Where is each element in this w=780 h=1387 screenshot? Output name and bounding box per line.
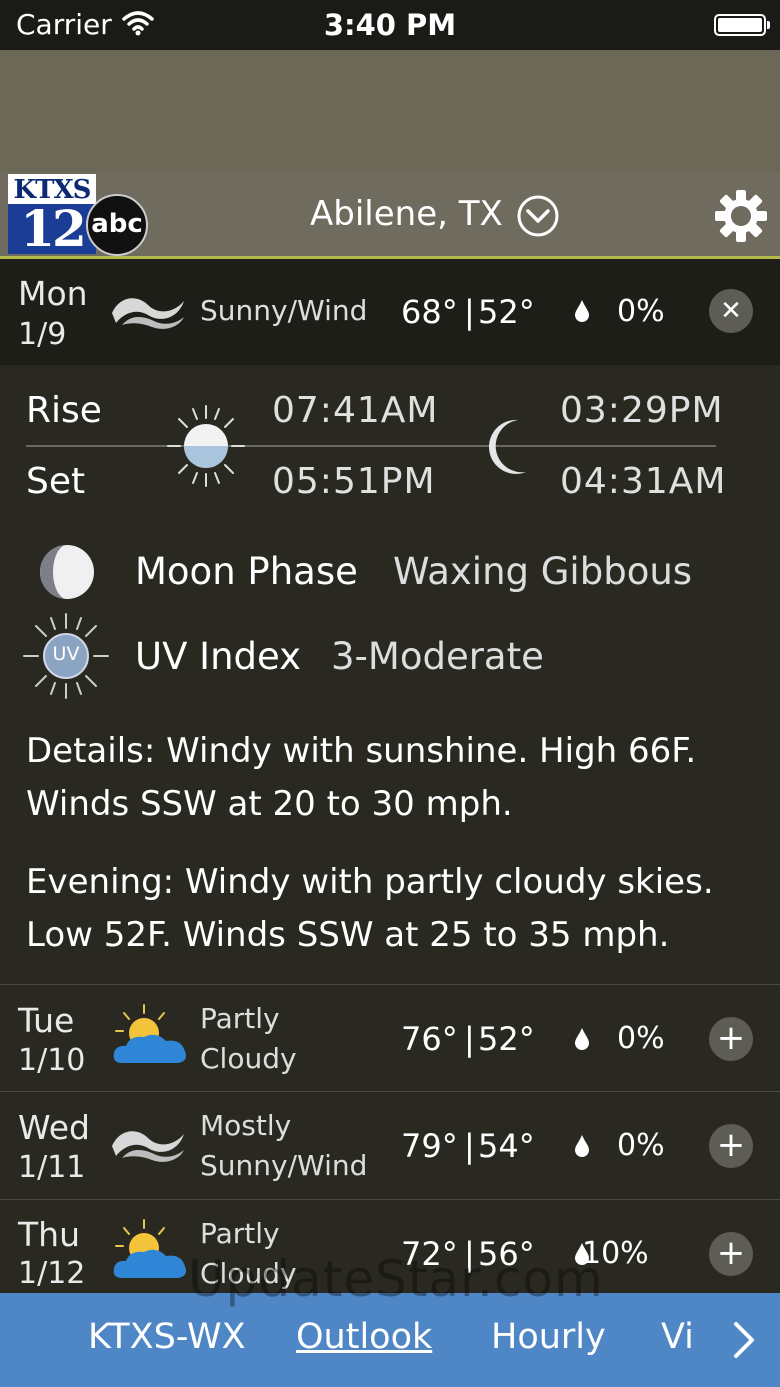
partly-cloudy-icon <box>113 1004 186 1063</box>
evening-details-line-1: Evening: Windy with partly cloudy skies. <box>26 862 714 902</box>
watermark: UpdateStar.com <box>188 1250 604 1308</box>
sun-icon <box>167 405 245 487</box>
moon-phase-icon <box>40 545 94 599</box>
raindrop-icon <box>575 1028 589 1050</box>
high-temp: 68° <box>401 293 458 331</box>
wind-icon <box>112 298 184 329</box>
day-name: Tue <box>18 1001 75 1040</box>
logo-network: abc <box>86 194 148 256</box>
tab-video[interactable]: Vi <box>661 1317 694 1357</box>
moon-crescent-icon <box>488 419 526 474</box>
forecast-row[interactable]: Wed 1/11 Mostly Sunny/Wind 79° | 54° 0% … <box>0 1092 780 1198</box>
set-label: Set <box>26 461 86 502</box>
precip-chance: 0% <box>617 1128 665 1163</box>
uv-value: 3-Moderate <box>331 635 544 678</box>
city-selector[interactable]: Abilene, TX <box>310 194 503 234</box>
close-details-button[interactable]: ✕ <box>709 289 753 333</box>
day-name: Mon <box>18 274 88 313</box>
day-date: 1/11 <box>18 1150 86 1185</box>
forecast-row[interactable]: Tue 1/10 Partly Cloudy 76° | 52° 0% + <box>0 985 780 1091</box>
day-details-paragraph: Details: Windy with sunshine. High 66F. … <box>26 725 766 831</box>
day-name: Wed <box>18 1108 90 1147</box>
horizon-divider <box>26 445 716 447</box>
low-temp: 54° <box>478 1127 535 1165</box>
partly-cloudy-icon <box>113 1219 186 1278</box>
chevron-right-icon[interactable] <box>732 1321 756 1359</box>
moon-phase-label: Moon Phase <box>135 550 358 593</box>
day-date: 1/9 <box>18 317 67 352</box>
tab-outlook[interactable]: Outlook <box>296 1317 432 1357</box>
condition-text-line-2: Sunny/Wind <box>200 1149 368 1182</box>
temp-separator: | <box>464 293 475 331</box>
high-temp: 76° <box>401 1020 458 1058</box>
day-details-line-1: Details: Windy with sunshine. High 66F. <box>26 731 697 771</box>
moon-phase-value: Waxing Gibbous <box>393 550 693 593</box>
clock: 3:40 PM <box>323 8 457 42</box>
station-logo[interactable]: KTXS 12 abc <box>8 174 150 256</box>
wind-icon <box>112 1131 184 1162</box>
moonset-time: 04:31AM <box>560 461 727 502</box>
condition-text: Sunny/Wind <box>200 294 368 327</box>
low-temp: 52° <box>478 293 535 331</box>
precip-chance: 0% <box>617 1021 665 1056</box>
tab-ktxs-wx[interactable]: KTXS-WX <box>88 1317 246 1357</box>
day-date: 1/12 <box>18 1256 86 1291</box>
expand-button[interactable]: + <box>709 1232 753 1276</box>
sunrise-time: 07:41AM <box>272 390 439 431</box>
day-details-line-2: Winds SSW at 20 to 30 mph. <box>26 784 513 824</box>
expand-button[interactable]: + <box>709 1124 753 1168</box>
app-header: KTXS 12 abc Abilene, TX <box>0 172 780 259</box>
uv-icon: UV <box>22 612 110 700</box>
gear-icon[interactable] <box>714 189 768 243</box>
today-summary-row[interactable]: Mon 1/9 Sunny/Wind 68° | 52° 0% ✕ <box>0 259 780 365</box>
raindrop-icon <box>575 300 589 322</box>
sunset-time: 05:51PM <box>272 461 436 502</box>
rise-label: Rise <box>26 390 102 431</box>
status-bar: Carrier 3:40 PM <box>0 0 780 50</box>
raindrop-icon <box>575 1135 589 1157</box>
temp-separator: | <box>464 1020 475 1058</box>
temp-separator: | <box>464 1127 475 1165</box>
chevron-down-icon[interactable] <box>516 194 560 238</box>
day-name: Thu <box>18 1215 80 1254</box>
evening-details-line-2: Low 52F. Winds SSW at 25 to 35 mph. <box>26 915 670 955</box>
precip-chance: 0% <box>617 294 665 329</box>
battery-icon <box>714 14 770 36</box>
tab-hourly[interactable]: Hourly <box>491 1317 606 1357</box>
high-temp: 79° <box>401 1127 458 1165</box>
uv-badge-text: UV <box>52 643 80 665</box>
ad-banner[interactable] <box>0 50 780 172</box>
evening-details-paragraph: Evening: Windy with partly cloudy skies.… <box>26 856 766 962</box>
low-temp: 52° <box>478 1020 535 1058</box>
logo-channel-number: 12 <box>8 204 96 254</box>
uv-label: UV Index <box>135 635 302 678</box>
condition-text-line-2: Cloudy <box>200 1042 297 1075</box>
condition-text-line-1: Partly <box>200 1002 280 1035</box>
day-date: 1/10 <box>18 1043 86 1078</box>
condition-text-line-1: Partly <box>200 1217 280 1250</box>
expand-button[interactable]: + <box>709 1017 753 1061</box>
condition-text-line-1: Mostly <box>200 1109 292 1142</box>
moonrise-time: 03:29PM <box>560 390 724 431</box>
